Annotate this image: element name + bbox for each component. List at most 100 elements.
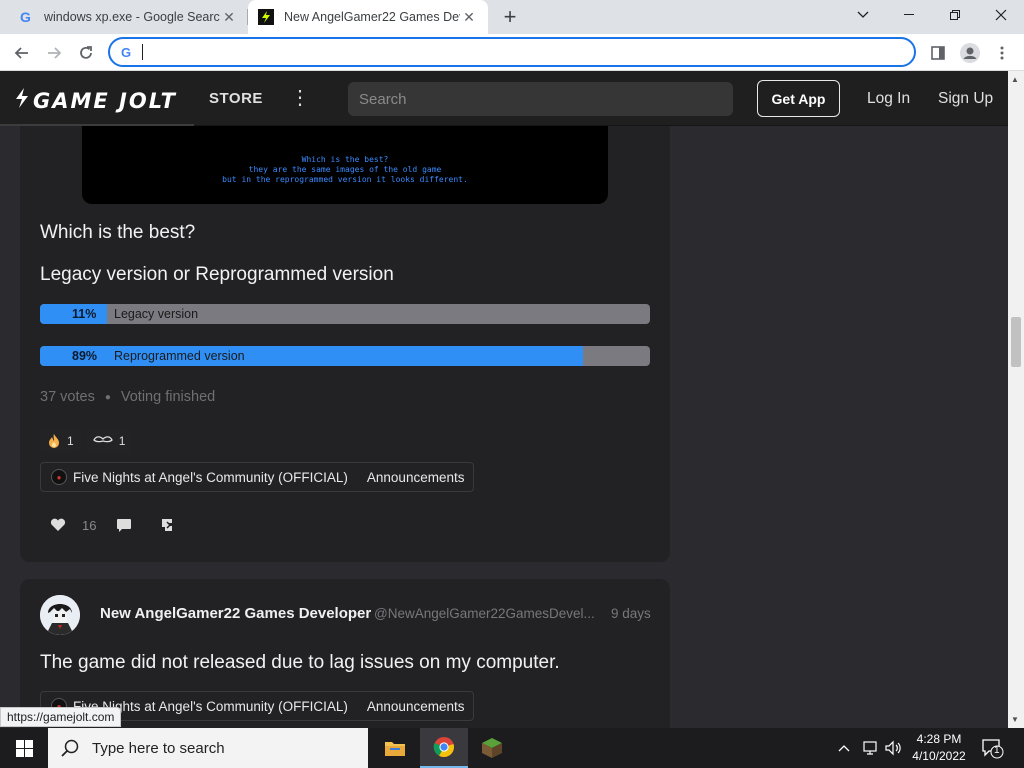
svg-text:G: G	[20, 9, 31, 25]
poll-option-bar: 11% Legacy version	[40, 304, 650, 324]
google-icon: G	[18, 9, 34, 25]
screenshot-caption: but in the reprogrammed version it looks…	[222, 175, 468, 184]
tab-google-search[interactable]: G windows xp.exe - Google Search ✕	[8, 0, 248, 34]
fire-icon	[49, 434, 59, 448]
scrollbar-thumb[interactable]	[1011, 317, 1021, 367]
chrome-taskbar-icon[interactable]	[420, 728, 468, 768]
taskbar-search-box[interactable]: Type here to search	[48, 728, 368, 768]
poll-subtitle: Legacy version or Reprogrammed version	[40, 264, 394, 285]
comment-icon[interactable]	[114, 515, 134, 535]
tab-title: windows xp.exe - Google Search	[44, 10, 220, 24]
nav-divider	[0, 124, 194, 126]
post-time[interactable]: 9 days	[611, 606, 651, 621]
show-hidden-icons-icon[interactable]	[838, 728, 850, 768]
separator-dot: ●	[104, 391, 111, 403]
windows-start-button[interactable]	[0, 728, 48, 768]
windows-logo-icon	[15, 739, 33, 757]
like-count: 16	[82, 517, 97, 533]
close-tab-icon[interactable]: ✕	[220, 8, 238, 26]
web-page: Which is the best? they are the same ima…	[0, 71, 1008, 728]
get-app-button[interactable]: Get App	[757, 80, 840, 117]
reactions-bar: 1 1	[40, 429, 133, 453]
taskbar-clock[interactable]: 4:28 PM 4/10/2022	[905, 731, 973, 765]
screenshot-caption: Which is the best?	[301, 155, 389, 164]
browser-toolbar: G	[0, 34, 1024, 71]
page-scrollbar[interactable]: ▲ ▼	[1008, 71, 1024, 728]
google-icon: G	[121, 45, 131, 59]
poll-percent: 89%	[72, 349, 98, 363]
minecraft-icon[interactable]	[468, 728, 516, 768]
gamejolt-favicon-icon	[258, 9, 274, 25]
poll-meta: 37 votes ● Voting finished	[40, 389, 215, 405]
reload-button[interactable]	[73, 40, 99, 66]
new-tab-button[interactable]: +	[498, 4, 522, 29]
poll-option-bar: 89% Reprogrammed version	[40, 346, 650, 366]
minimize-button[interactable]	[886, 0, 932, 30]
signup-link[interactable]: Sign Up	[938, 90, 993, 108]
lightning-bolt-icon	[14, 88, 30, 113]
address-input[interactable]	[142, 42, 902, 62]
chrome-menu-icon[interactable]	[989, 40, 1015, 66]
notification-center-icon[interactable]: 1	[980, 736, 1004, 760]
post-text: The game did not released due to lag iss…	[40, 652, 560, 673]
file-explorer-icon[interactable]	[371, 728, 419, 768]
close-window-button[interactable]	[978, 0, 1024, 30]
reaction-count: 1	[118, 434, 126, 448]
svg-text:G: G	[121, 45, 131, 59]
search-input[interactable]	[348, 82, 733, 116]
taskbar-search-placeholder: Type here to search	[92, 739, 225, 757]
windows-taskbar: Type here to search 4:28 PM 4/10/2022 1	[0, 728, 1024, 768]
gamejolt-navbar: GAME JOLT STORE ⋮ Get App Log In Sign Up	[0, 71, 1008, 126]
vote-count: 37 votes	[40, 389, 95, 405]
text-caret	[142, 44, 143, 60]
channel-link[interactable]: Announcements	[358, 691, 474, 721]
community-link[interactable]: ● Five Nights at Angel's Community (OFFI…	[41, 462, 358, 492]
notification-count: 1	[994, 745, 1000, 756]
forward-button[interactable]	[41, 40, 67, 66]
poll-status: Voting finished	[120, 389, 216, 405]
community-tag[interactable]: ● Five Nights at Angel's Community (OFFI…	[40, 462, 475, 492]
reaction-mustache[interactable]: 1	[85, 429, 133, 453]
login-link[interactable]: Log In	[867, 90, 910, 108]
tab-gamejolt[interactable]: New AngelGamer22 Games Deve ✕	[248, 0, 488, 34]
post-card: New AngelGamer22 Games Developer @NewAng…	[20, 579, 670, 728]
poll-option-label: Reprogrammed version	[114, 349, 245, 363]
clock-time: 4:28 PM	[916, 732, 962, 746]
tab-search-chevron-icon[interactable]	[840, 0, 886, 30]
back-button[interactable]	[9, 40, 35, 66]
scroll-down-icon[interactable]: ▼	[1011, 715, 1019, 724]
post-card-poll: Which is the best? they are the same ima…	[20, 71, 670, 562]
network-icon[interactable]	[861, 728, 879, 768]
post-actions: 16	[48, 515, 178, 535]
reaction-fire[interactable]: 1	[40, 429, 81, 453]
channel-link[interactable]: Announcements	[358, 462, 474, 492]
logo-text: GAME JOLT	[33, 88, 177, 113]
link-status-bubble: https://gamejolt.com	[0, 707, 122, 727]
gamejolt-logo[interactable]: GAME JOLT	[14, 88, 177, 113]
community-name: Five Nights at Angel's Community (OFFICI…	[73, 469, 348, 485]
restore-button[interactable]	[932, 0, 978, 30]
like-heart-icon[interactable]	[48, 515, 68, 535]
close-tab-icon[interactable]: ✕	[460, 8, 478, 26]
mustache-icon	[92, 436, 113, 443]
profile-avatar-icon[interactable]	[957, 40, 983, 66]
tab-title: New AngelGamer22 Games Deve	[284, 10, 460, 24]
share-icon[interactable]	[158, 515, 178, 535]
post-author[interactable]: New AngelGamer22 Games Developer	[100, 605, 371, 622]
side-panel-icon[interactable]	[925, 40, 951, 66]
poll-percent: 11%	[72, 307, 97, 321]
post-author-handle[interactable]: @NewAngelGamer22GamesDevel...	[374, 606, 594, 621]
browser-tab-strip: G windows xp.exe - Google Search ✕ New A…	[0, 0, 1024, 34]
poll-question: Which is the best?	[40, 222, 196, 243]
clock-date: 4/10/2022	[912, 749, 966, 763]
volume-icon[interactable]	[885, 728, 903, 768]
poll-option-label: Legacy version	[114, 307, 199, 321]
scroll-up-icon[interactable]: ▲	[1011, 75, 1019, 84]
search-icon	[61, 739, 79, 757]
more-menu-icon[interactable]: ⋮	[290, 86, 310, 110]
avatar[interactable]	[40, 595, 80, 635]
address-bar[interactable]: G	[108, 37, 916, 67]
store-link[interactable]: STORE	[209, 90, 263, 107]
screenshot-caption: they are the same images of the old game	[248, 165, 442, 174]
community-avatar-icon: ●	[51, 469, 67, 485]
